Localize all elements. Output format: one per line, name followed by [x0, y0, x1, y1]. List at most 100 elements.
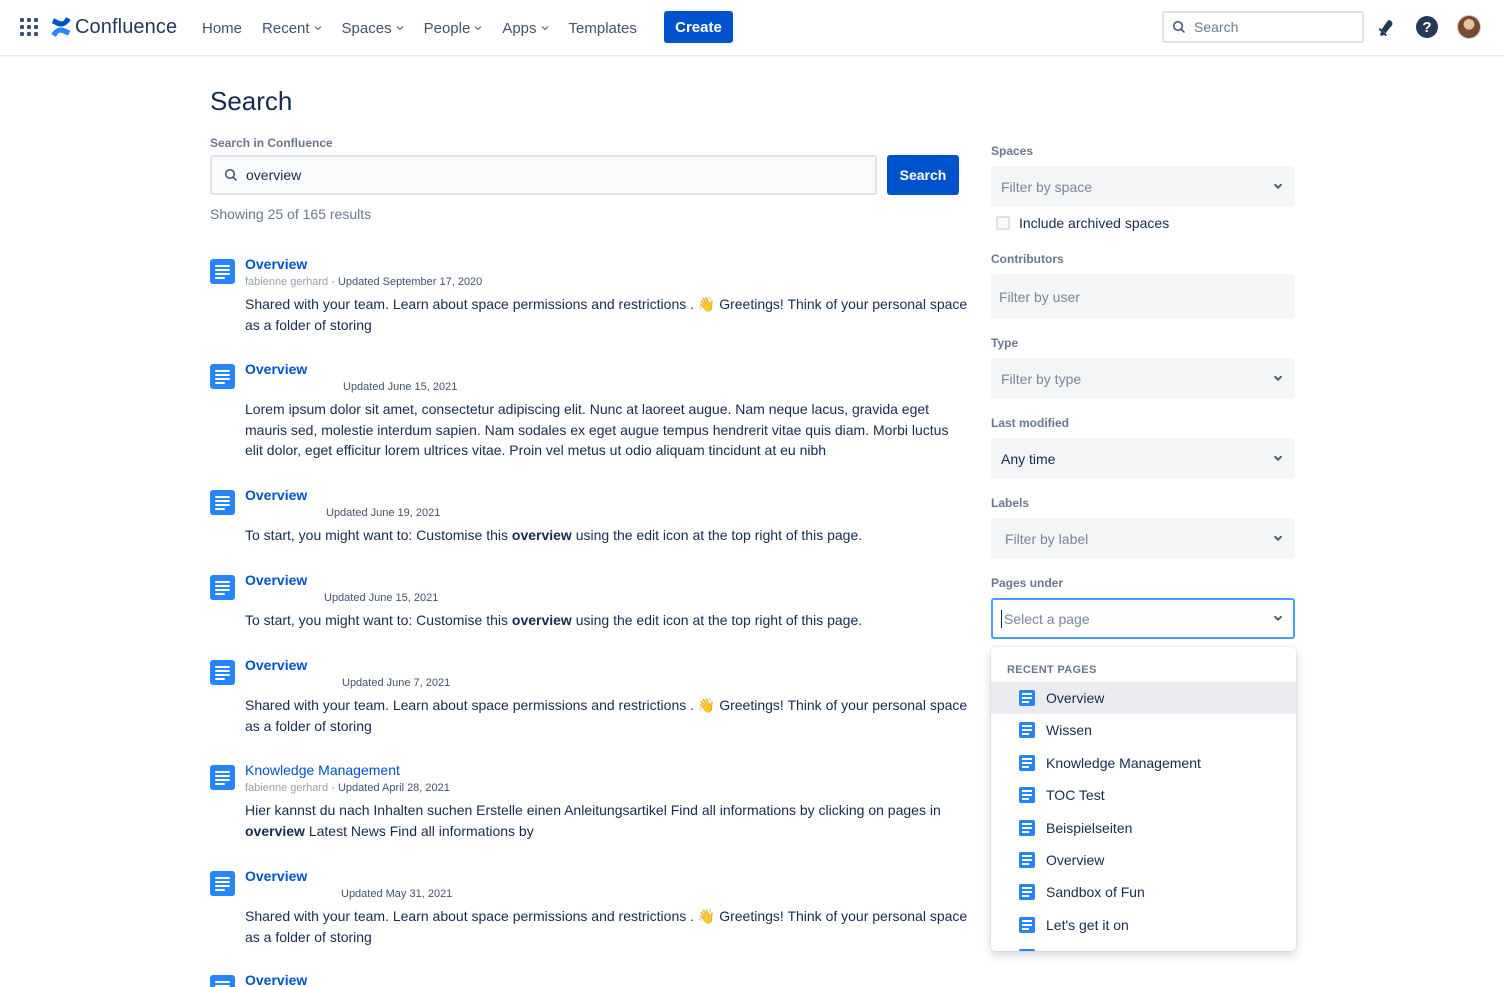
chevron-down-icon [1273, 375, 1283, 381]
nav-recent[interactable]: Recent [262, 20, 322, 37]
pages-under-filter-label: Pages under [991, 576, 1064, 590]
confluence-logo-icon [51, 17, 71, 37]
result-excerpt: Shared with your team. Learn about space… [245, 296, 968, 333]
dropdown-option-label: Let's get it on [1046, 917, 1129, 933]
result-title-link[interactable]: Knowledge Management [245, 762, 400, 778]
nav-spaces[interactable]: Spaces [342, 20, 404, 37]
text-cursor [1001, 609, 1002, 628]
chevron-down-icon [1273, 455, 1283, 461]
result-author[interactable]: fabienne gerhard [245, 276, 328, 288]
result-meta: Updated June 15, 2021 [324, 592, 438, 604]
dropdown-option[interactable]: Let's get it on [991, 909, 1296, 941]
app-switcher-icon[interactable] [20, 18, 38, 36]
result-title-link[interactable]: Overview [245, 868, 307, 884]
page-icon [1019, 884, 1035, 900]
user-avatar[interactable] [1457, 15, 1481, 39]
labels-filter-select[interactable]: Filter by label [991, 518, 1295, 559]
result-excerpt: To start, you might want to: Customise t… [245, 610, 970, 631]
nav-recent-label: Recent [262, 19, 310, 37]
dropdown-option[interactable]: Beispielseiten [991, 812, 1296, 844]
contributors-filter-label: Contributors [991, 252, 1064, 266]
result-meta: fabienne gerhard · Updated April 28, 202… [245, 782, 450, 794]
result-title-link[interactable]: Overview [245, 972, 307, 987]
chevron-down-icon [314, 26, 322, 31]
nav-home-label: Home [202, 19, 243, 37]
chevron-down-icon [541, 26, 548, 31]
result-title-link[interactable]: Overview [245, 361, 307, 377]
contributors-filter-input[interactable]: Filter by user [991, 274, 1295, 319]
result-updated: Updated September 17, 2020 [337, 276, 483, 288]
page-icon [210, 765, 235, 790]
notifications-icon[interactable] [1377, 17, 1397, 37]
search-result: Overview Updated June 15, 2021 Lorem ips… [210, 361, 970, 471]
search-button[interactable]: Search [887, 155, 959, 195]
confluence-logo[interactable]: Confluence [51, 14, 177, 40]
top-search-input[interactable]: Search [1162, 11, 1364, 43]
result-author[interactable]: fabienne gerhard [245, 782, 328, 794]
chevron-down-icon [396, 26, 404, 31]
result-title-link[interactable]: Overview [245, 256, 307, 272]
page-icon [1019, 755, 1035, 771]
pages-under-dropdown-menu: RECENT PAGES Overview Wissen Knowledge M… [991, 647, 1296, 951]
chevron-down-icon [1273, 535, 1283, 541]
nav-people-label: People [423, 19, 471, 37]
page-icon [1019, 722, 1035, 738]
result-title-link[interactable]: Overview [245, 487, 307, 503]
dropdown-heading: RECENT PAGES [1007, 664, 1097, 676]
nav-templates[interactable]: Templates [569, 20, 637, 37]
dropdown-option-label: TOC Test [1046, 787, 1105, 803]
excerpt-text: To start, you might want to: Customise t… [245, 612, 512, 628]
dropdown-option[interactable]: Overview [991, 844, 1296, 876]
help-icon[interactable]: ? [1416, 16, 1438, 38]
include-archived-checkbox-row[interactable]: Include archived spaces [996, 215, 1169, 231]
dropdown-option[interactable]: Knowledge Management [991, 747, 1296, 779]
include-archived-checkbox[interactable] [996, 216, 1010, 230]
page-icon [210, 259, 235, 284]
nav-apps-label: Apps [502, 19, 537, 37]
page-icon [210, 364, 235, 389]
result-meta: Updated June 19, 2021 [326, 507, 440, 519]
page-icon [210, 490, 235, 515]
dropdown-option-label: Overview [1046, 852, 1105, 868]
result-excerpt: Lorem ipsum dolor sit amet, consectetur … [245, 401, 949, 458]
top-search-placeholder: Search [1194, 19, 1239, 35]
last-modified-select[interactable]: Any time [991, 438, 1295, 479]
type-filter-select[interactable]: Filter by type [991, 358, 1295, 399]
result-updated: Updated June 15, 2021 [324, 592, 439, 604]
pages-under-placeholder: Select a page [1004, 610, 1090, 627]
dropdown-option-label: Wissen [1046, 722, 1092, 738]
chevron-down-icon [474, 26, 482, 31]
search-result: Overview Updated May 31, 2021 Shared wit… [210, 868, 970, 958]
dropdown-option-label: Sandbox of Fun [1046, 884, 1145, 900]
main-search-box[interactable] [210, 155, 877, 195]
result-excerpt: Shared with your team. Learn about space… [245, 908, 968, 945]
result-excerpt: To start, you might want to: Customise t… [245, 525, 970, 546]
dropdown-option[interactable]: Wissen [991, 714, 1296, 746]
result-title-link[interactable]: Overview [245, 657, 307, 673]
result-title-link[interactable]: Overview [245, 572, 307, 588]
pages-under-select[interactable]: Select a page [991, 598, 1295, 639]
excerpt-text: using the edit icon at the top right of … [571, 612, 863, 628]
dropdown-option-partial[interactable] [991, 941, 1296, 951]
results-count: Showing 25 of 165 results [210, 206, 372, 222]
search-result: Overview Updated June 19, 2021 To start,… [210, 487, 970, 547]
nav-people[interactable]: People [424, 20, 483, 37]
result-excerpt: Shared with your team. Learn about space… [245, 697, 968, 734]
page-icon [1019, 949, 1035, 951]
logo-text: Confluence [75, 15, 178, 38]
create-button[interactable]: Create [664, 11, 733, 43]
result-updated: Updated April 28, 2021 [337, 782, 450, 794]
spaces-filter-select[interactable]: Filter by space [991, 166, 1295, 207]
nav-apps[interactable]: Apps [502, 20, 548, 37]
page-icon [210, 575, 235, 600]
main-search-input[interactable] [246, 167, 846, 183]
nav-templates-label: Templates [568, 19, 637, 37]
page-icon [210, 871, 235, 896]
last-modified-value: Any time [1001, 450, 1056, 467]
dropdown-option[interactable]: Overview [991, 682, 1296, 714]
dropdown-option[interactable]: TOC Test [991, 779, 1296, 811]
page-icon [210, 975, 235, 987]
nav-home[interactable]: Home [202, 20, 242, 37]
page-icon [1019, 852, 1035, 868]
dropdown-option[interactable]: Sandbox of Fun [991, 876, 1296, 908]
